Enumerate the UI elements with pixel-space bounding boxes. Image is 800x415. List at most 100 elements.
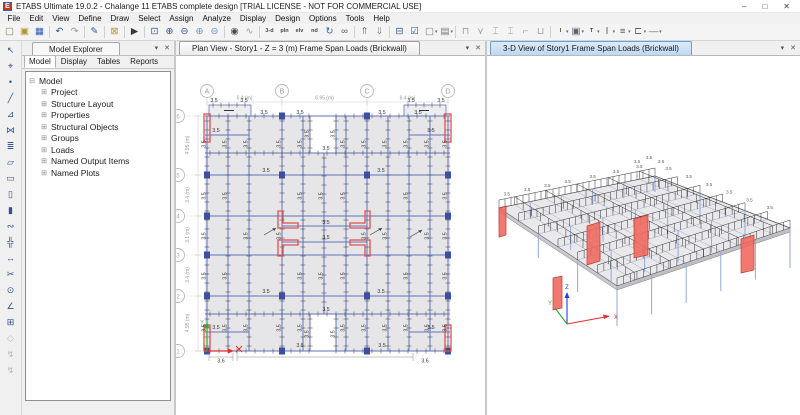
move-down-in-list-icon[interactable]: ⇓ <box>372 25 387 40</box>
tree-item-project[interactable]: ⊞ Project <box>28 87 168 99</box>
3d-view-tab[interactable]: 3-D View of Story1 Frame Span Loads (Bri… <box>490 41 692 55</box>
menu-options[interactable]: Options <box>305 14 342 23</box>
quick-draw-braces-icon[interactable]: ⋈ <box>2 122 19 138</box>
open-file-icon[interactable]: ▣ <box>17 25 32 40</box>
snap-to-ends-icon[interactable]: ◇ <box>2 330 19 346</box>
section-cut-tool-icon[interactable]: ⌶ <box>503 25 518 40</box>
menu-display[interactable]: Display <box>235 14 270 23</box>
tree-expand-icon[interactable]: ⊞ <box>40 100 48 108</box>
tree-item-structure-layout[interactable]: ⊞ Structure Layout <box>28 98 168 110</box>
menu-view[interactable]: View <box>48 14 74 23</box>
snap-to-grid-icon[interactable]: ⊞ <box>2 314 19 330</box>
draw-frame-icon[interactable]: ╱ <box>2 90 19 106</box>
restore-full-view-icon[interactable]: ⊕ <box>162 25 177 40</box>
zoom-out-one-step-icon[interactable]: ⊖ <box>207 25 222 40</box>
quick-draw-wall-icon[interactable]: ▮ <box>2 202 19 218</box>
snap-to-intersections-icon[interactable]: ↯ <box>2 362 19 378</box>
tree-item-named-plots[interactable]: ⊞ Named Plots <box>28 167 168 179</box>
draw-brace-tool-icon[interactable]: ⋎ <box>473 25 488 40</box>
perspective-toggle-icon[interactable]: ∞ <box>337 25 352 40</box>
tree-collapse-icon[interactable]: ⊟ <box>28 77 36 85</box>
menu-help[interactable]: Help <box>369 14 394 23</box>
tree-item-named-output-items[interactable]: ⊞ Named Output Items <box>28 156 168 168</box>
select-pointer-icon[interactable]: ↖ <box>2 42 19 58</box>
model-explorer-title[interactable]: Model Explorer <box>32 42 120 55</box>
lock-model-icon[interactable]: ⊠ <box>107 25 122 40</box>
save-icon[interactable]: ▦ <box>32 25 47 40</box>
draw-joint-icon[interactable]: • <box>2 74 19 90</box>
quick-draw-frame-icon[interactable]: ⊿ <box>2 106 19 122</box>
move-up-in-list-icon[interactable]: ⇑ <box>357 25 372 40</box>
3d-close-icon[interactable]: ✕ <box>790 44 796 52</box>
tree-expand-icon[interactable]: ⊞ <box>40 111 48 119</box>
tree-item-model[interactable]: ⊟ Model <box>28 75 168 87</box>
tree-expand-icon[interactable]: ⊞ <box>40 134 48 142</box>
extrude-tool-icon[interactable]: ⌶ <box>488 25 503 40</box>
quick-draw-floor-icon[interactable]: ▭ <box>2 170 19 186</box>
view-elevation-icon[interactable]: elv <box>292 25 307 40</box>
tree-expand-icon[interactable]: ⊞ <box>40 157 48 165</box>
menu-draw[interactable]: Draw <box>106 14 134 23</box>
menu-design[interactable]: Design <box>271 14 305 23</box>
tree-item-groups[interactable]: ⊞ Groups <box>28 133 168 145</box>
undo-icon[interactable]: ↶ <box>52 25 67 40</box>
object-shrink-toggle-icon[interactable]: ⊟ <box>392 25 407 40</box>
menu-define[interactable]: Define <box>74 14 106 23</box>
plan-canvas[interactable]: 6.4 (m) 6.95 (m) 6.4 (m) 4.95 (m) 3.4 (m) 3.1… <box>176 56 485 415</box>
explorer-close-icon[interactable]: ✕ <box>164 44 170 52</box>
3d-canvas[interactable]: 3.5 3.5 3.5 3.5 3.5 3.5 3.5 3.5 3.5 3.5 3.5 3.5 3.5 3… <box>487 56 800 415</box>
set-display-options-icon[interactable]: ☑ <box>407 25 422 40</box>
draw-wall-icon[interactable]: ▯ <box>2 186 19 202</box>
view-named-icon[interactable]: nd <box>307 25 322 40</box>
tree-expand-icon[interactable]: ⊞ <box>40 169 48 177</box>
menu-file[interactable]: File <box>3 14 25 23</box>
quick-draw-secondary-beams-icon[interactable]: ≣ <box>2 138 19 154</box>
snap-to-midpoints-icon[interactable]: ↯ <box>2 346 19 362</box>
minimize-button[interactable]: – <box>742 2 746 11</box>
reshape-object-icon[interactable]: ⌖ <box>2 58 19 74</box>
hook-tool-icon[interactable]: ⌐ <box>518 25 533 40</box>
plan-dropdown-icon[interactable]: ▾ <box>466 44 470 52</box>
draw-reference-point-icon[interactable]: ⊙ <box>2 282 19 298</box>
tab-reports[interactable]: Reports <box>125 55 163 68</box>
draw-section-cut-icon[interactable]: ✂ <box>2 266 19 282</box>
new-model-icon[interactable]: ▢ <box>2 25 17 40</box>
3d-dropdown-icon[interactable]: ▾ <box>781 44 785 52</box>
draw-dimension-line-icon[interactable]: ↔ <box>2 250 19 266</box>
rotate-3d-view-icon[interactable]: ↻ <box>322 25 337 40</box>
tree-item-properties[interactable]: ⊞ Properties <box>28 110 168 122</box>
tab-model[interactable]: Model <box>24 55 56 68</box>
snap-options-icon[interactable]: ∿ <box>242 25 257 40</box>
rubber-band-zoom-icon[interactable]: ⊡ <box>147 25 162 40</box>
tree-expand-icon[interactable]: ⊞ <box>40 123 48 131</box>
tab-tables[interactable]: Tables <box>92 55 125 68</box>
more-views-dropdown-icon[interactable]: ▾ <box>451 29 454 35</box>
redo-icon[interactable]: ↷ <box>67 25 82 40</box>
measure-tool-icon[interactable]: ∠ <box>2 298 19 314</box>
plan-view-tab[interactable]: Plan View - Story1 - Z = 3 (m) Frame Spa… <box>179 41 420 55</box>
zoom-in-one-step-icon[interactable]: ⊕ <box>192 25 207 40</box>
close-button[interactable]: ✕ <box>783 2 790 11</box>
view-plan-icon[interactable]: pln <box>277 25 292 40</box>
draw-frame-tool-icon[interactable]: ⊓ <box>458 25 473 40</box>
run-analysis-icon[interactable]: ▶ <box>127 25 142 40</box>
menu-analyze[interactable]: Analyze <box>198 14 235 23</box>
rotate-view-icon[interactable]: ◉ <box>227 25 242 40</box>
tree-expand-icon[interactable]: ⊞ <box>40 146 48 154</box>
menu-assign[interactable]: Assign <box>165 14 198 23</box>
tree-item-structural-objects[interactable]: ⊞ Structural Objects <box>28 121 168 133</box>
tree-expand-icon[interactable]: ⊞ <box>40 88 48 96</box>
line-section-dropdown-icon[interactable]: ▾ <box>659 29 662 35</box>
draw-floor-icon[interactable]: ▱ <box>2 154 19 170</box>
tab-display[interactable]: Display <box>56 55 92 68</box>
maximize-button[interactable]: □ <box>762 2 767 11</box>
explorer-dropdown-icon[interactable]: ▾ <box>155 44 159 52</box>
view-3d-icon[interactable]: 3-d <box>262 25 277 40</box>
draw-link-icon[interactable]: ∾ <box>2 218 19 234</box>
edit-pen-icon[interactable]: ✎ <box>87 25 102 40</box>
draw-grid-icon[interactable]: ╬ <box>2 234 19 250</box>
menu-tools[interactable]: Tools <box>341 14 369 23</box>
tree-item-loads[interactable]: ⊞ Loads <box>28 144 168 156</box>
merge-tool-icon[interactable]: ⊔ <box>533 25 548 40</box>
menu-select[interactable]: Select <box>134 14 165 23</box>
